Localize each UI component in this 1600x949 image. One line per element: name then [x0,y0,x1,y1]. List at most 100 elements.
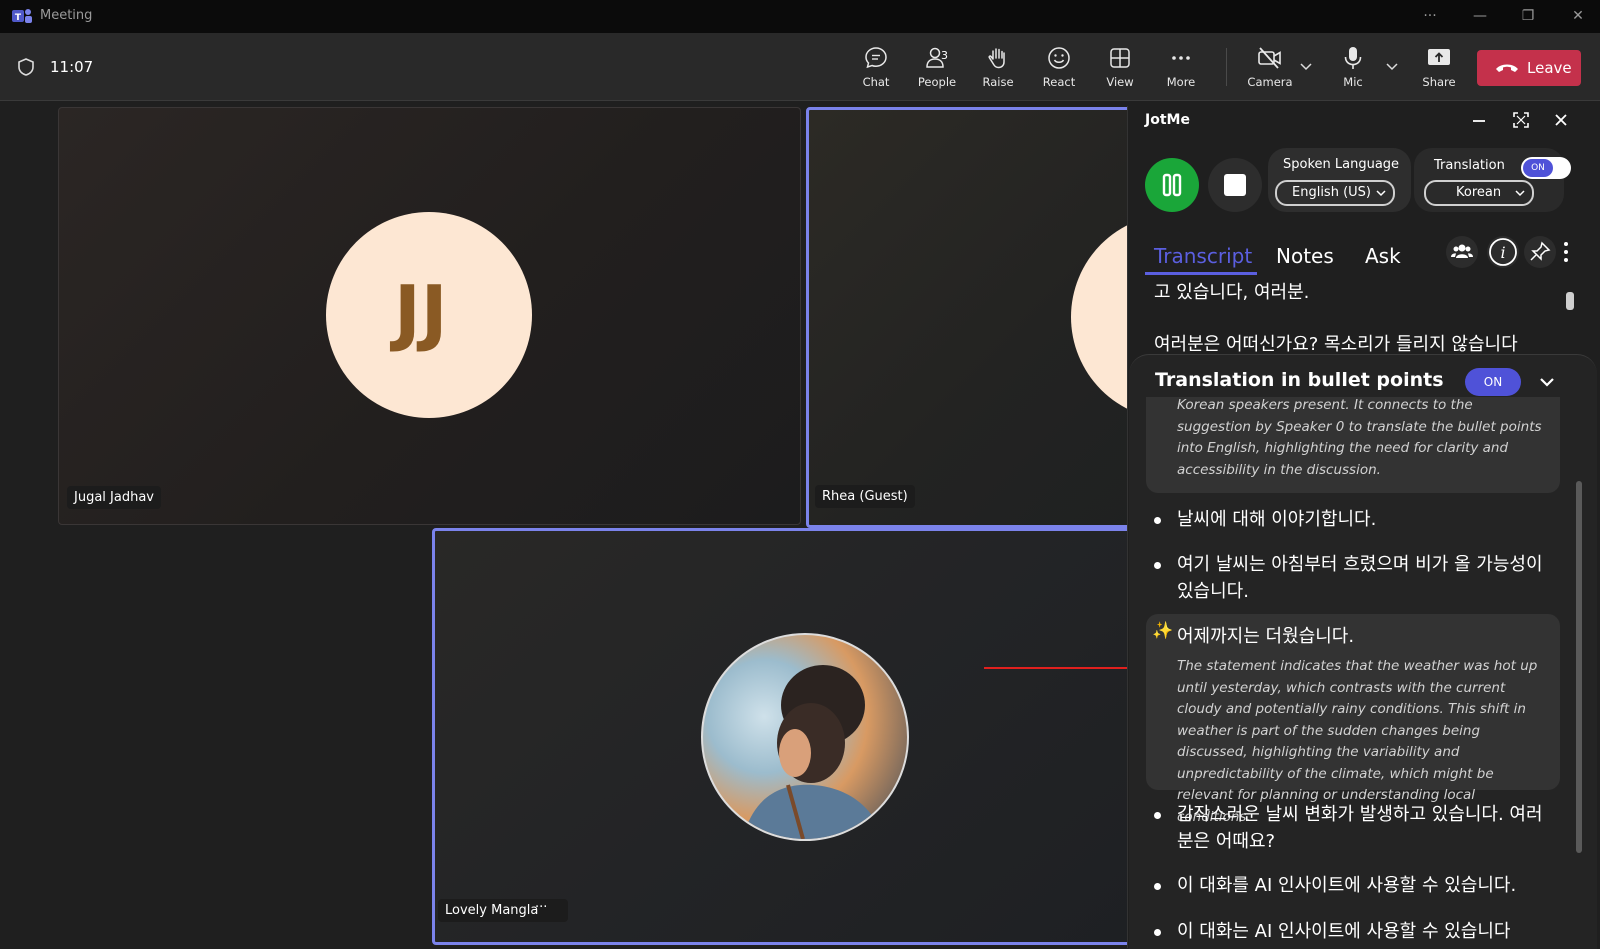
participant-more-icon[interactable]: ··· [535,900,547,915]
bullet-text: 이 대화는 AI 인사이트에 사용할 수 있습니다 [1177,921,1511,942]
smiley-icon [1048,47,1070,69]
teams-logo-icon: T [12,9,32,23]
chevron-down-icon [1515,190,1525,197]
more-button[interactable]: More [1153,43,1209,95]
camera-off-icon [1258,47,1281,69]
participant-name: Rhea (Guest) [815,485,915,508]
chevron-down-icon[interactable] [1537,372,1557,392]
bullet-dot [1154,517,1161,524]
svg-text:T: T [15,13,22,23]
people-label: People [917,75,957,89]
sparkle-icon: ✨ [1152,621,1174,641]
meeting-timer: 11:07 [50,58,94,76]
camera-options-chevron-icon[interactable] [1299,59,1313,73]
close-window-icon[interactable]: ✕ [1564,6,1592,26]
mic-button[interactable]: Mic [1325,43,1381,95]
transcript-line: 고 있습니다, 여러분. [1154,282,1310,303]
hang-up-icon [1496,64,1518,72]
bullet-dot [1154,562,1161,569]
share-button[interactable]: Share [1411,43,1467,95]
react-label: React [1042,75,1076,89]
close-panel-icon[interactable] [1553,112,1569,128]
tab-notes[interactable]: Notes [1276,244,1334,268]
video-tile-jugal[interactable]: JJ Jugal Jadhav [58,107,801,525]
translation-toggle[interactable]: ON [1521,157,1571,179]
bullet-translation-sheet: Translation in bullet points ON Korean s… [1129,354,1597,949]
share-label: Share [1422,75,1456,89]
spoken-language-value: English (US) [1292,185,1371,200]
jotme-title: JotMe [1145,112,1190,128]
pin-button[interactable] [1524,236,1556,268]
info-icon: i [1489,238,1517,266]
title-bar: T Meeting ··· — ❐ ✕ [0,0,1600,33]
bullet-text: 날씨에 대해 이야기합니다. [1177,509,1377,530]
highlighted-insight-card: ✨ 어제까지는 더웠습니다. The statement indicates t… [1146,614,1560,825]
bullet-dot [1154,929,1161,936]
avatar: JJ [326,212,532,418]
participant-name-text: Lovely Mangla [445,903,539,918]
spoken-language-box: Spoken Language English (US) [1268,148,1411,212]
restore-icon[interactable]: ❐ [1514,6,1542,26]
video-tile-rhea[interactable]: R Rhea (Guest) [806,107,1142,528]
transcript-scrollbar[interactable] [1566,292,1574,310]
view-button[interactable]: View [1092,43,1148,95]
bullets-toggle[interactable]: ON [1465,368,1521,396]
info-button[interactable]: i [1487,236,1519,268]
transcript-line: 여러분은 어떠신가요? 목소리가 들리지 않습니다 [1154,334,1518,355]
chevron-down-icon [1376,190,1386,197]
mic-options-chevron-icon[interactable] [1385,59,1399,73]
target-language-value: Korean [1456,185,1502,200]
expand-panel-icon[interactable] [1513,112,1529,128]
meeting-toolbar: 11:07 Chat 3 People Raise React View Mor… [0,33,1600,101]
stop-icon [1224,174,1246,196]
video-tile-lovely[interactable]: Lovely Mangla ··· [432,528,1148,945]
bullet-dot [1154,883,1161,890]
avatar-photo [701,633,909,841]
participants-button[interactable] [1446,236,1478,268]
group-icon [1451,244,1473,258]
raise-hand-icon [988,48,1005,69]
chat-icon [865,47,887,69]
chat-button[interactable]: Chat [848,43,904,95]
spoken-language-label: Spoken Language [1283,157,1400,172]
people-count: 3 [941,49,948,62]
avatar-initials: JJ [394,270,448,354]
spoken-language-select[interactable]: English (US) [1275,180,1395,206]
react-button[interactable]: React [1031,43,1087,95]
bullet-text: 이 대화를 AI 인사이트에 사용할 수 있습니다. [1177,875,1517,896]
grid-view-icon [1110,48,1130,68]
camera-button[interactable]: Camera [1240,43,1300,95]
bullet-text: 갑작스러운 날씨 변화가 발생하고 있습니다. 여러분은 어때요? [1177,804,1543,852]
bullet-text: 여기 날씨는 아침부터 흐렸으며 비가 올 가능성이 있습니다. [1177,554,1543,602]
pin-icon [1530,241,1551,261]
sheet-scrollbar[interactable] [1576,481,1582,853]
profile-photo-icon [743,665,883,839]
explanation-text: Korean speakers present. It connects to … [1177,397,1542,478]
bullet-dot [1154,812,1161,819]
leave-button[interactable]: Leave [1477,50,1581,86]
highlight-text: 어제까지는 더웠습니다. [1177,626,1355,647]
more-icon [1172,56,1190,60]
target-language-select[interactable]: Korean [1424,180,1534,206]
minimize-panel-icon[interactable] [1472,114,1486,128]
people-button[interactable]: 3 People [909,43,965,95]
more-label: More [1166,75,1196,89]
active-tab-indicator [1145,272,1257,275]
minimize-icon[interactable]: — [1466,6,1494,26]
raise-hand-button[interactable]: Raise [970,43,1026,95]
mic-label: Mic [1343,75,1363,89]
leave-label: Leave [1527,59,1572,77]
translation-toggle-state: ON [1523,159,1553,177]
pause-icon [1162,173,1182,197]
svg-text:i: i [1500,243,1505,262]
shield-icon[interactable] [16,57,36,77]
jotme-header: JotMe [1128,106,1596,134]
tab-transcript[interactable]: Transcript [1154,244,1252,268]
stop-button[interactable] [1208,158,1262,212]
pause-button[interactable] [1145,158,1199,212]
raise-label: Raise [982,75,1014,89]
tab-ask[interactable]: Ask [1365,244,1401,268]
window-more-icon[interactable]: ··· [1416,6,1444,26]
kebab-menu-icon[interactable] [1560,240,1572,264]
window-title: Meeting [40,8,93,23]
